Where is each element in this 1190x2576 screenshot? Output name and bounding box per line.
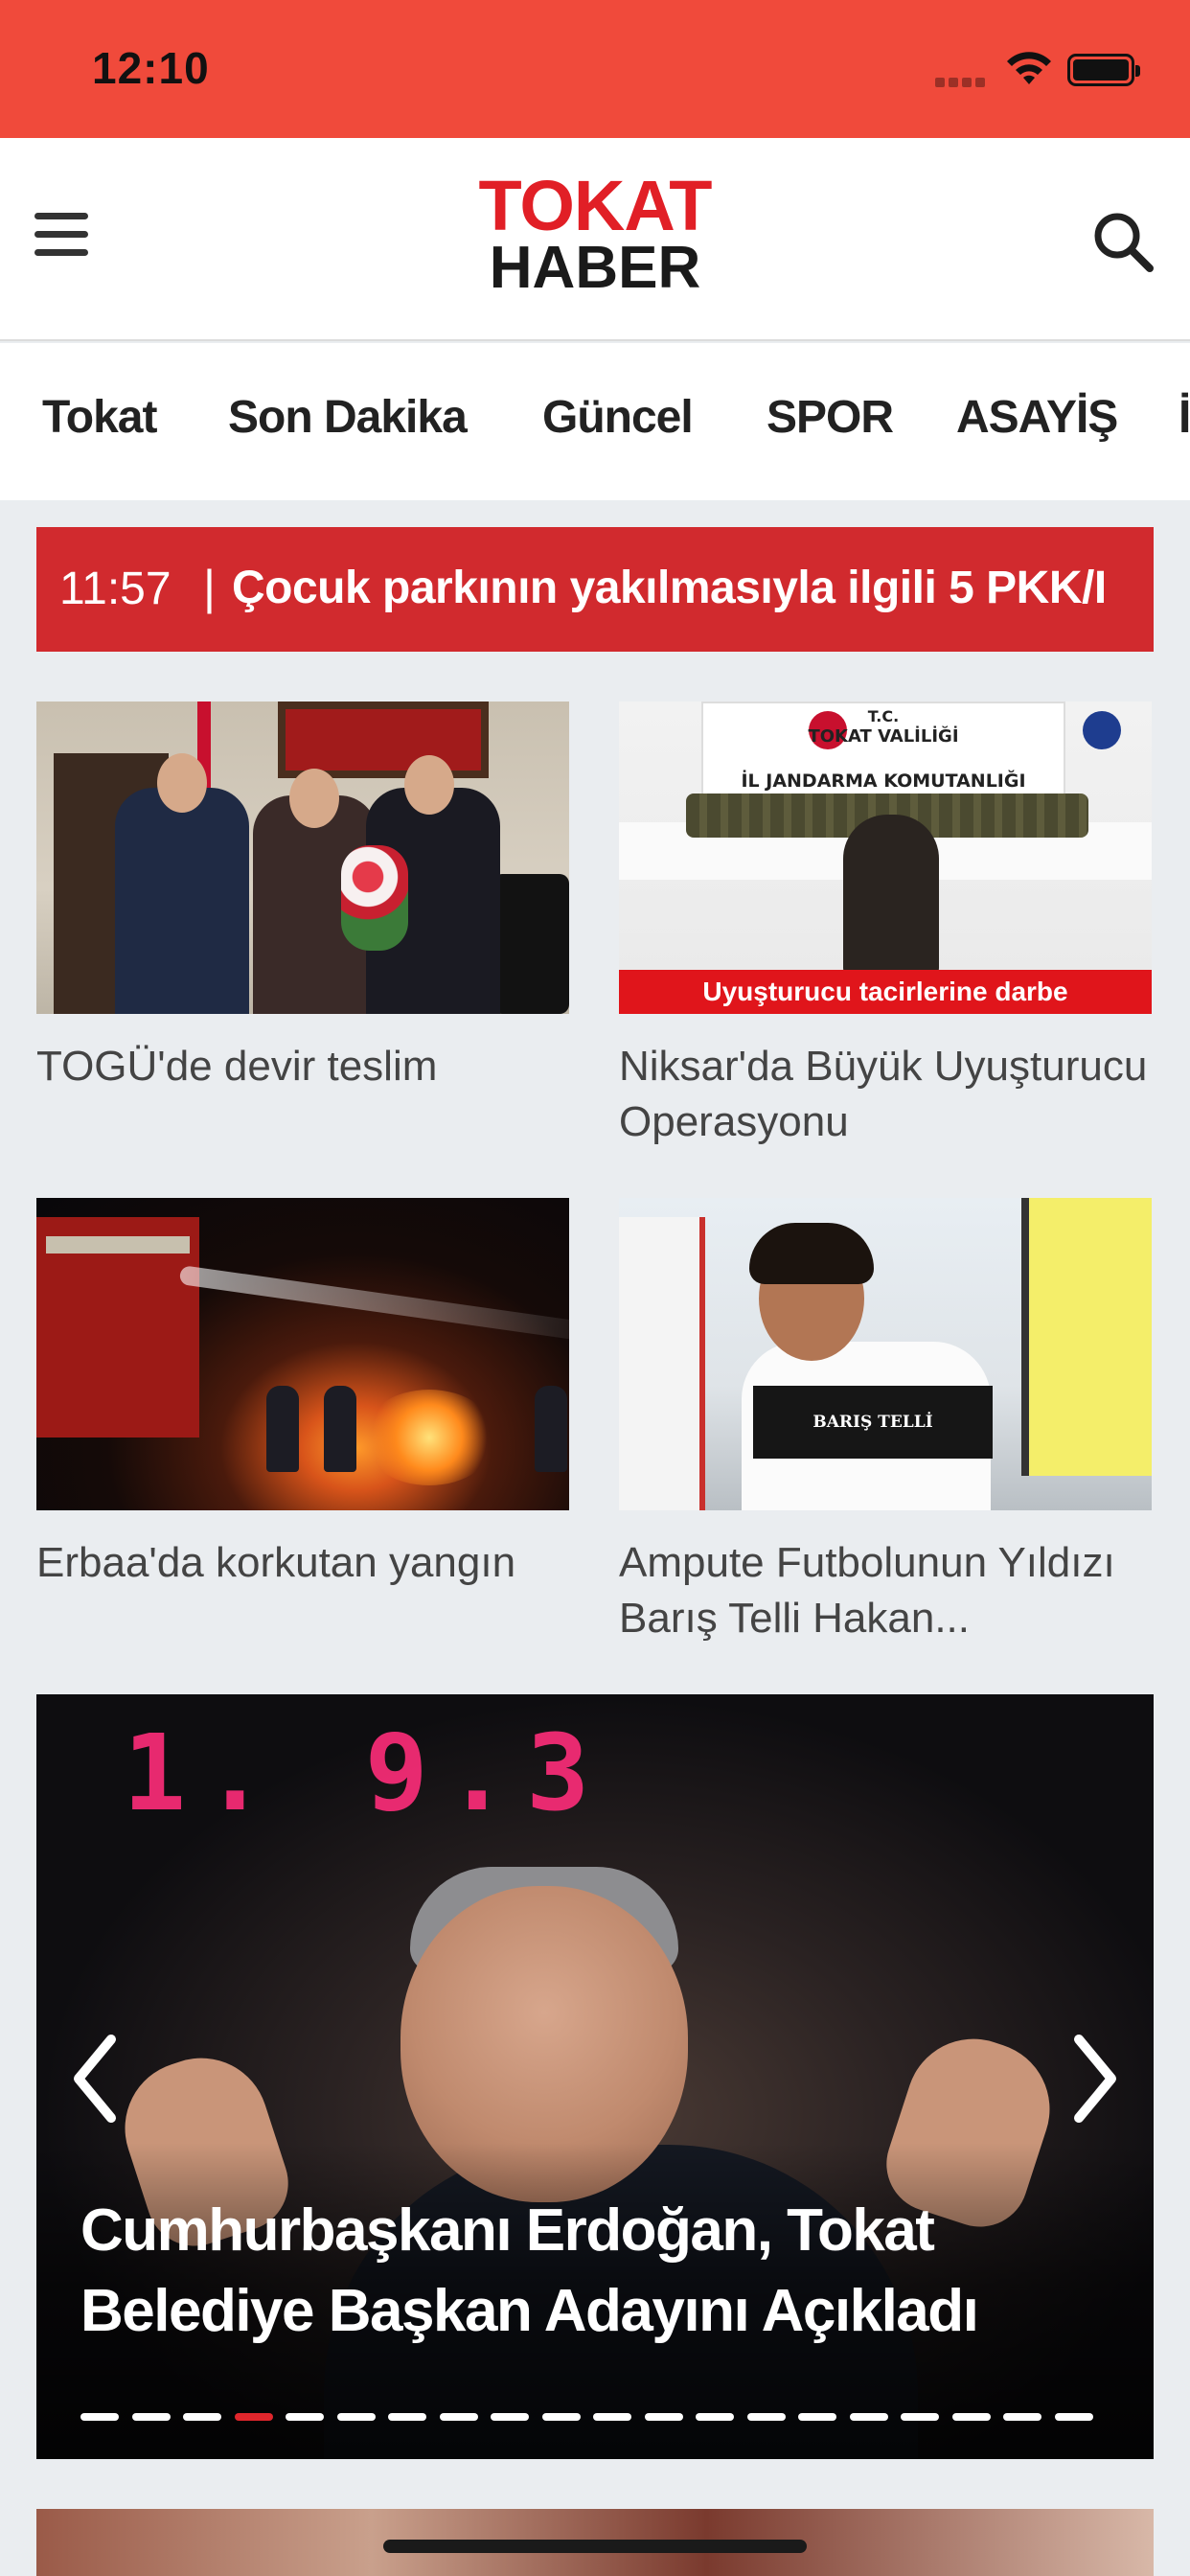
news-card[interactable]: Erbaa'da korkutan yangın <box>36 1198 569 1591</box>
status-time: 12:10 <box>92 43 210 93</box>
logo-top-text: TOKAT <box>478 166 712 245</box>
news-image[interactable] <box>36 1198 569 1510</box>
image-sign-line: İL JANDARMA KOMUTANLIĞI <box>741 770 1026 792</box>
slider-dot[interactable] <box>696 2413 734 2421</box>
news-title[interactable]: TOGÜ'de devir teslim <box>36 1039 569 1094</box>
news-title[interactable]: Erbaa'da korkutan yangın <box>36 1535 569 1591</box>
slider-dot[interactable] <box>746 2413 786 2421</box>
slider-dot[interactable] <box>951 2413 991 2421</box>
ticker-separator: | <box>203 561 216 614</box>
slider-dot[interactable] <box>183 2413 221 2421</box>
home-indicator <box>383 2540 807 2553</box>
news-card[interactable]: TOGÜ'de devir teslim <box>36 702 569 1094</box>
news-card[interactable]: BARIŞ TELLİ Ampute Futbolunun Yıldızı Ba… <box>619 1198 1152 1646</box>
news-image[interactable]: BARIŞ TELLİ <box>619 1198 1152 1510</box>
slider-dot[interactable] <box>131 2413 171 2421</box>
ticker-headline: Çocuk parkının yakılmasıyla ilgili 5 PKK… <box>232 563 1107 613</box>
brand-logo[interactable]: TOKAT HABER <box>0 166 1190 301</box>
breaking-news-ticker[interactable]: 11:57 | Çocuk parkının yakılmasıyla ilgi… <box>36 527 1154 652</box>
slider-dot[interactable] <box>541 2413 581 2421</box>
slider-dot[interactable] <box>1003 2413 1041 2421</box>
slider-dot[interactable] <box>1054 2413 1093 2421</box>
news-title[interactable]: Niksar'da Büyük Uyuşturucu Operasyonu <box>619 1039 1152 1150</box>
app-header: TOKAT HABER <box>0 138 1190 341</box>
slider-dot[interactable] <box>798 2413 836 2421</box>
category-nav: Tokat Son Dakika Güncel SPOR ASAYİŞ İ <box>0 343 1190 500</box>
slider-dot[interactable] <box>439 2413 478 2421</box>
news-card[interactable]: T.C. TOKAT VALİLİĞİ İL JANDARMA KOMUTANL… <box>619 702 1152 1150</box>
slider-dot[interactable] <box>901 2413 939 2421</box>
cellular-signal-icon <box>935 75 989 92</box>
slider-headline[interactable]: Cumhurbaşkanı Erdoğan, Tokat Belediye Ba… <box>80 2191 1039 2352</box>
search-icon[interactable] <box>1090 209 1156 274</box>
slider-dot[interactable] <box>286 2413 324 2421</box>
category-tab-son-dakika[interactable]: Son Dakika <box>228 391 468 444</box>
logo-bottom-text: HABER <box>489 235 701 301</box>
news-title[interactable]: Ampute Futbolunun Yıldızı Barış Telli Ha… <box>619 1535 1152 1646</box>
category-tab-tokat[interactable]: Tokat <box>42 391 157 444</box>
image-banner: Uyuşturucu tacirlerine darbe <box>619 970 1152 1014</box>
featured-slider[interactable]: 1. 9.3 Cumhurbaşkanı Erdoğan, Tokat Bele… <box>36 1694 1154 2459</box>
category-tab-spor[interactable]: SPOR <box>767 391 894 444</box>
slider-image-display: 1. 9.3 <box>123 1712 607 1834</box>
slider-dot[interactable] <box>849 2413 888 2421</box>
news-image[interactable] <box>36 702 569 1014</box>
battery-icon <box>1067 54 1140 86</box>
news-image[interactable]: T.C. TOKAT VALİLİĞİ İL JANDARMA KOMUTANL… <box>619 702 1152 1014</box>
category-tab-asayis[interactable]: ASAYİŞ <box>956 391 1118 444</box>
slider-dot[interactable] <box>234 2413 273 2421</box>
slider-next-icon[interactable] <box>1067 2026 1125 2131</box>
wifi-icon <box>1007 52 1051 84</box>
slider-prev-icon[interactable] <box>65 2026 123 2131</box>
category-tab-next[interactable]: İ <box>1179 391 1190 444</box>
image-sign-line: T.C. <box>867 707 900 725</box>
ticker-time: 11:57 <box>59 564 172 614</box>
slider-dot[interactable] <box>336 2413 376 2421</box>
slider-dot[interactable] <box>491 2413 529 2421</box>
status-bar: 12:10 <box>0 0 1190 138</box>
category-tab-guncel[interactable]: Güncel <box>542 391 694 444</box>
slider-dot[interactable] <box>388 2413 426 2421</box>
image-sign-line: TOKAT VALİLİĞİ <box>808 726 959 747</box>
slider-dot[interactable] <box>80 2413 119 2421</box>
slider-dot[interactable] <box>593 2413 631 2421</box>
image-chair-text: BARIŞ TELLİ <box>753 1386 993 1459</box>
slider-dot[interactable] <box>644 2413 683 2421</box>
